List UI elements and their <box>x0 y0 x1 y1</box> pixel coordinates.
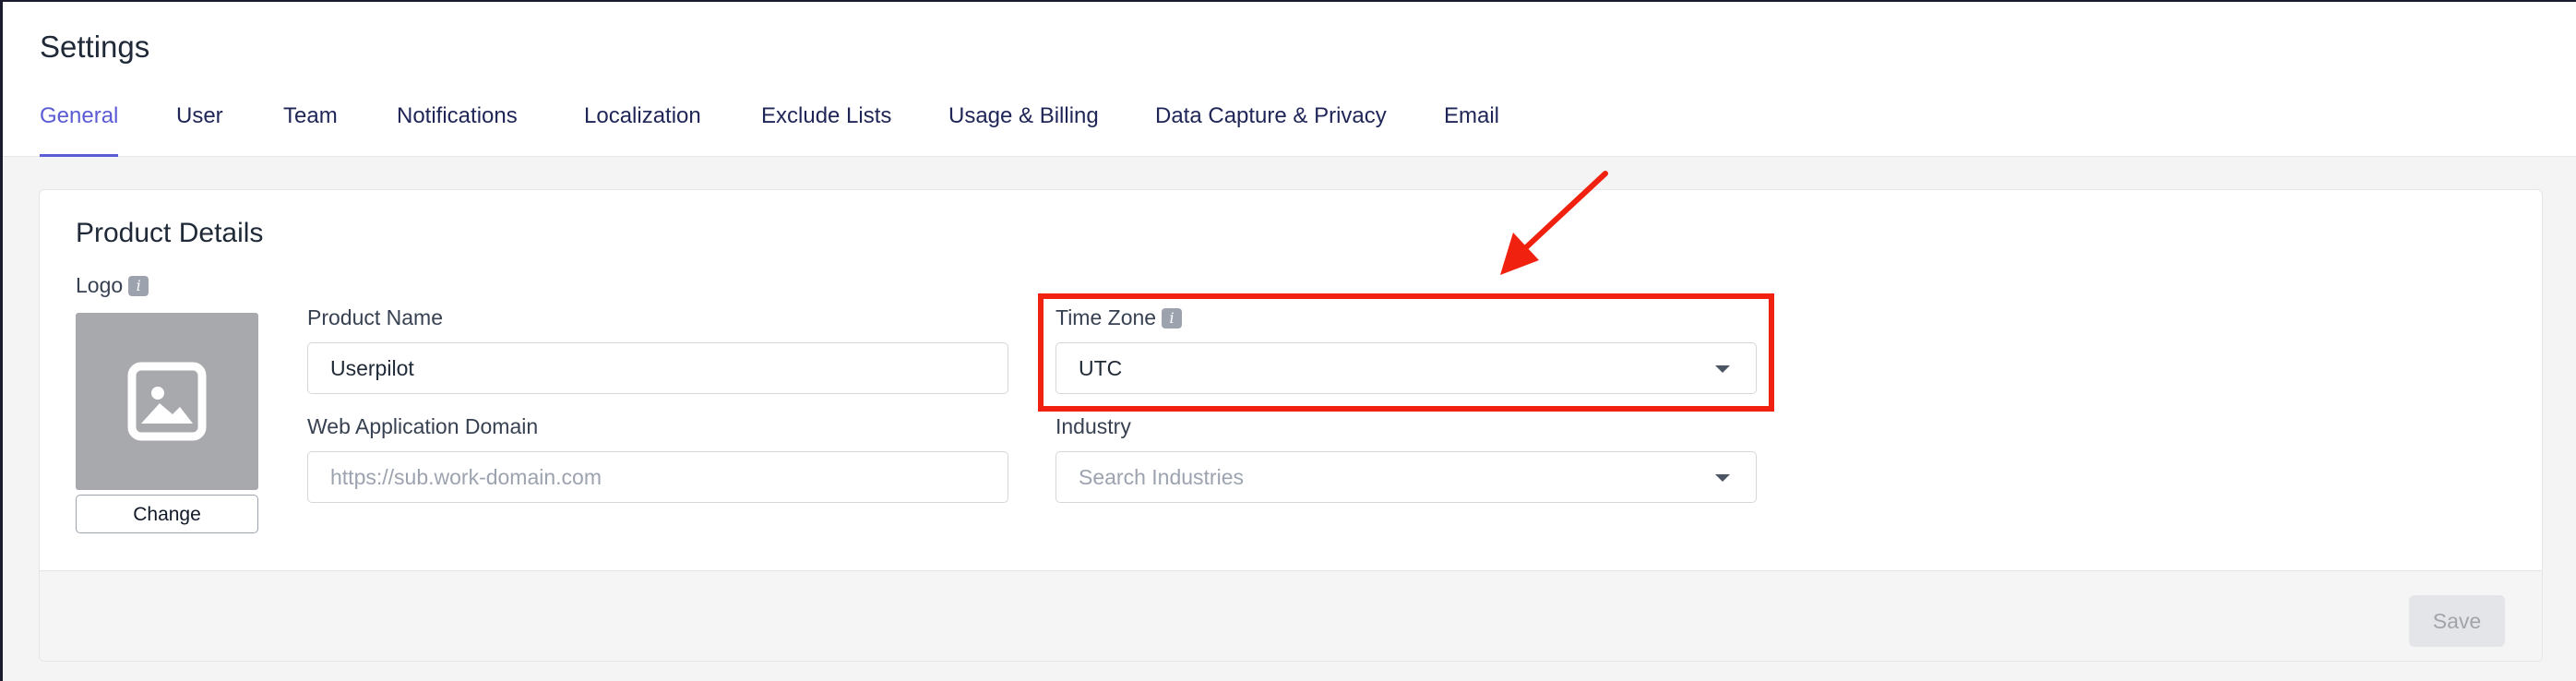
logo-label: Logo i <box>76 273 149 298</box>
change-logo-button[interactable]: Change <box>76 495 258 533</box>
industry-select[interactable]: Search Industries <box>1055 451 1757 503</box>
industry-placeholder: Search Industries <box>1079 465 1244 489</box>
tab-team[interactable]: Team <box>283 103 338 154</box>
tab-usage-billing[interactable]: Usage & Billing <box>948 103 1099 154</box>
annotation-arrow <box>1500 171 1608 275</box>
info-icon[interactable]: i <box>128 276 149 296</box>
product-name-label: Product Name <box>307 305 444 329</box>
chevron-down-icon <box>1715 474 1730 482</box>
page-title: Settings <box>40 30 150 64</box>
save-button[interactable]: Save <box>2409 595 2505 647</box>
card-footer: Save <box>40 570 2542 661</box>
tab-general[interactable]: General <box>40 103 119 157</box>
product-name-input[interactable]: Userpilot <box>307 342 1008 394</box>
annotation-highlight-box <box>1038 293 1774 412</box>
logo-label-text: Logo <box>76 273 124 297</box>
settings-header: Settings General User Team Notifications… <box>3 2 2576 157</box>
section-title: Product Details <box>76 218 264 248</box>
tab-localization[interactable]: Localization <box>584 103 701 154</box>
web-domain-label: Web Application Domain <box>307 414 539 438</box>
product-details-card: Product Details Logo i Change Product Nam… <box>39 189 2543 662</box>
tab-user[interactable]: User <box>176 103 223 154</box>
tab-notifications[interactable]: Notifications <box>397 103 518 154</box>
tab-email[interactable]: Email <box>1444 103 1499 154</box>
tab-data-capture-privacy[interactable]: Data Capture & Privacy <box>1155 103 1387 154</box>
logo-preview <box>76 313 258 490</box>
image-placeholder-icon <box>127 362 207 441</box>
tab-exclude-lists[interactable]: Exclude Lists <box>761 103 891 154</box>
industry-label: Industry <box>1055 414 1131 438</box>
web-domain-input[interactable]: https://sub.work-domain.com <box>307 451 1008 503</box>
